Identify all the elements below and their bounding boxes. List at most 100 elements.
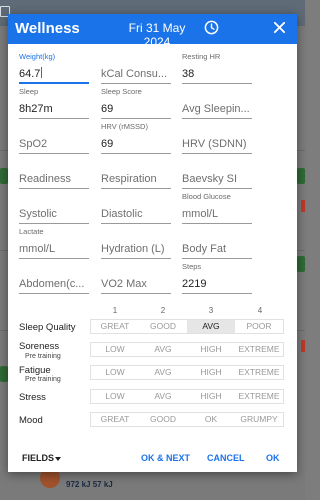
close-icon[interactable] (273, 21, 286, 34)
lactate-placeholder: mmol/L (19, 243, 56, 255)
field-underline (19, 223, 89, 224)
fields-menu-button[interactable]: FIELDS (22, 453, 54, 463)
sleep-field[interactable]: Sleep 8h27m (19, 87, 89, 119)
sleep-value: 8h27m (19, 103, 53, 115)
lactate-label: Lactate (19, 227, 44, 236)
blood-glucose-placeholder: mmol/L (182, 208, 219, 220)
sleep-label: Sleep (19, 87, 39, 96)
baevsky-si-field[interactable]: Baevsky SI (182, 157, 252, 189)
hrv-rmssd-field[interactable]: HRV (rMSSD) 69 (101, 122, 171, 154)
fatigue-option[interactable]: EXTREME (235, 366, 283, 379)
kcal-consumed-field[interactable]: kCal Consu... (101, 52, 171, 84)
blood-glucose-field[interactable]: Blood Glucose mmol/L (182, 192, 252, 224)
weight-value: 64.7 (19, 68, 41, 80)
vo2-max-field[interactable]: VO2 Max (101, 262, 171, 294)
field-underline (182, 188, 252, 189)
hrv-sdnn-field[interactable]: HRV (SDNN) (182, 122, 252, 154)
field-underline (101, 223, 171, 224)
stress-option[interactable]: LOW (91, 390, 139, 403)
rating-column-number: 4 (257, 306, 263, 315)
soreness-option[interactable]: HIGH (187, 343, 235, 356)
abdomen-placeholder: Abdomen(c... (19, 278, 85, 290)
dialog-footer: FIELDS OK & NEXT CANCEL OK (8, 444, 297, 472)
resting-hr-value: 38 (182, 68, 195, 80)
soreness-sublabel: Pre training (25, 353, 61, 360)
fatigue-selector: LOW AVG HIGH EXTREME (90, 365, 284, 380)
field-underline (101, 258, 171, 259)
background-chip (0, 168, 8, 184)
soreness-option[interactable]: AVG (139, 343, 187, 356)
field-underline (19, 258, 89, 259)
vo2-max-placeholder: VO2 Max (101, 278, 147, 290)
stress-option[interactable]: HIGH (187, 390, 235, 403)
resting-hr-field[interactable]: Resting HR 38 (182, 52, 252, 84)
systolic-field[interactable]: Systolic (19, 192, 89, 224)
date-selector[interactable]: Fri 31 May 2024 (114, 21, 200, 52)
mood-option[interactable]: OK (187, 413, 235, 426)
field-underline (101, 188, 171, 189)
field-underline (182, 223, 252, 224)
readiness-field[interactable]: Readiness (19, 157, 89, 189)
chevron-down-icon[interactable] (55, 457, 61, 461)
field-underline (101, 118, 171, 119)
lactate-field[interactable]: Lactate mmol/L (19, 227, 89, 259)
soreness-label: Soreness (19, 341, 60, 352)
ok-button[interactable]: OK (266, 453, 280, 463)
blood-glucose-label: Blood Glucose (182, 192, 231, 201)
stress-option[interactable]: AVG (139, 390, 187, 403)
field-underline (19, 153, 89, 154)
mood-option[interactable]: GOOD (139, 413, 187, 426)
weight-label: Weight(kg) (19, 52, 56, 61)
sleep-quality-option-selected[interactable]: AVG (187, 320, 235, 333)
body-fat-placeholder: Body Fat (182, 243, 227, 255)
soreness-selector: LOW AVG HIGH EXTREME (90, 342, 284, 357)
wellness-dialog: Wellness Fri 31 May 2024 Weight(kg) 64.7… (8, 14, 297, 472)
diastolic-placeholder: Diastolic (101, 208, 143, 220)
sleep-quality-option[interactable]: GOOD (139, 320, 187, 333)
steps-label: Steps (182, 262, 202, 271)
soreness-option[interactable]: EXTREME (235, 343, 283, 356)
soreness-option[interactable]: LOW (91, 343, 139, 356)
field-underline (182, 293, 252, 294)
sleep-score-value: 69 (101, 103, 114, 115)
steps-field[interactable]: Steps 2219 (182, 262, 252, 294)
text-cursor (41, 67, 43, 78)
fatigue-option[interactable]: HIGH (187, 366, 235, 379)
fatigue-label: Fatigue (19, 365, 51, 376)
diastolic-field[interactable]: Diastolic (101, 192, 171, 224)
sleep-quality-option[interactable]: POOR (235, 320, 283, 333)
clock-icon[interactable] (204, 20, 219, 35)
resting-hr-label: Resting HR (182, 52, 221, 61)
background-marker (301, 200, 305, 212)
fatigue-option[interactable]: AVG (139, 366, 187, 379)
background-chip (297, 256, 305, 272)
field-underline (101, 153, 171, 154)
rating-column-number: 2 (160, 306, 166, 315)
body-fat-field[interactable]: Body Fat (182, 227, 252, 259)
hydration-field[interactable]: Hydration (L) (101, 227, 171, 259)
sleep-score-field[interactable]: Sleep Score 69 (101, 87, 171, 119)
readiness-placeholder: Readiness (19, 173, 71, 185)
field-underline (101, 293, 171, 294)
abdomen-field[interactable]: Abdomen(c... (19, 262, 89, 294)
sleep-quality-option[interactable]: GREAT (91, 320, 139, 333)
mood-option[interactable]: GRUMPY (235, 413, 283, 426)
spo2-field[interactable]: SpO2 (19, 122, 89, 154)
field-underline (19, 82, 89, 84)
field-underline (182, 258, 252, 259)
field-underline (101, 83, 171, 84)
mood-option[interactable]: GREAT (91, 413, 139, 426)
avg-sleeping-hr-field[interactable]: Avg Sleepin... (182, 87, 252, 119)
cancel-button[interactable]: CANCEL (207, 453, 245, 463)
ok-next-button[interactable]: OK & NEXT (141, 453, 190, 463)
rating-column-number: 1 (112, 306, 118, 315)
fatigue-option[interactable]: LOW (91, 366, 139, 379)
mood-label: Mood (19, 415, 43, 426)
dialog-title: Wellness (15, 20, 80, 37)
field-underline (19, 118, 89, 119)
respiration-field[interactable]: Respiration (101, 157, 171, 189)
stress-option[interactable]: EXTREME (235, 390, 283, 403)
rating-column-number: 3 (208, 306, 214, 315)
weight-field[interactable]: Weight(kg) 64.7 (19, 52, 89, 84)
steps-value: 2219 (182, 278, 207, 290)
